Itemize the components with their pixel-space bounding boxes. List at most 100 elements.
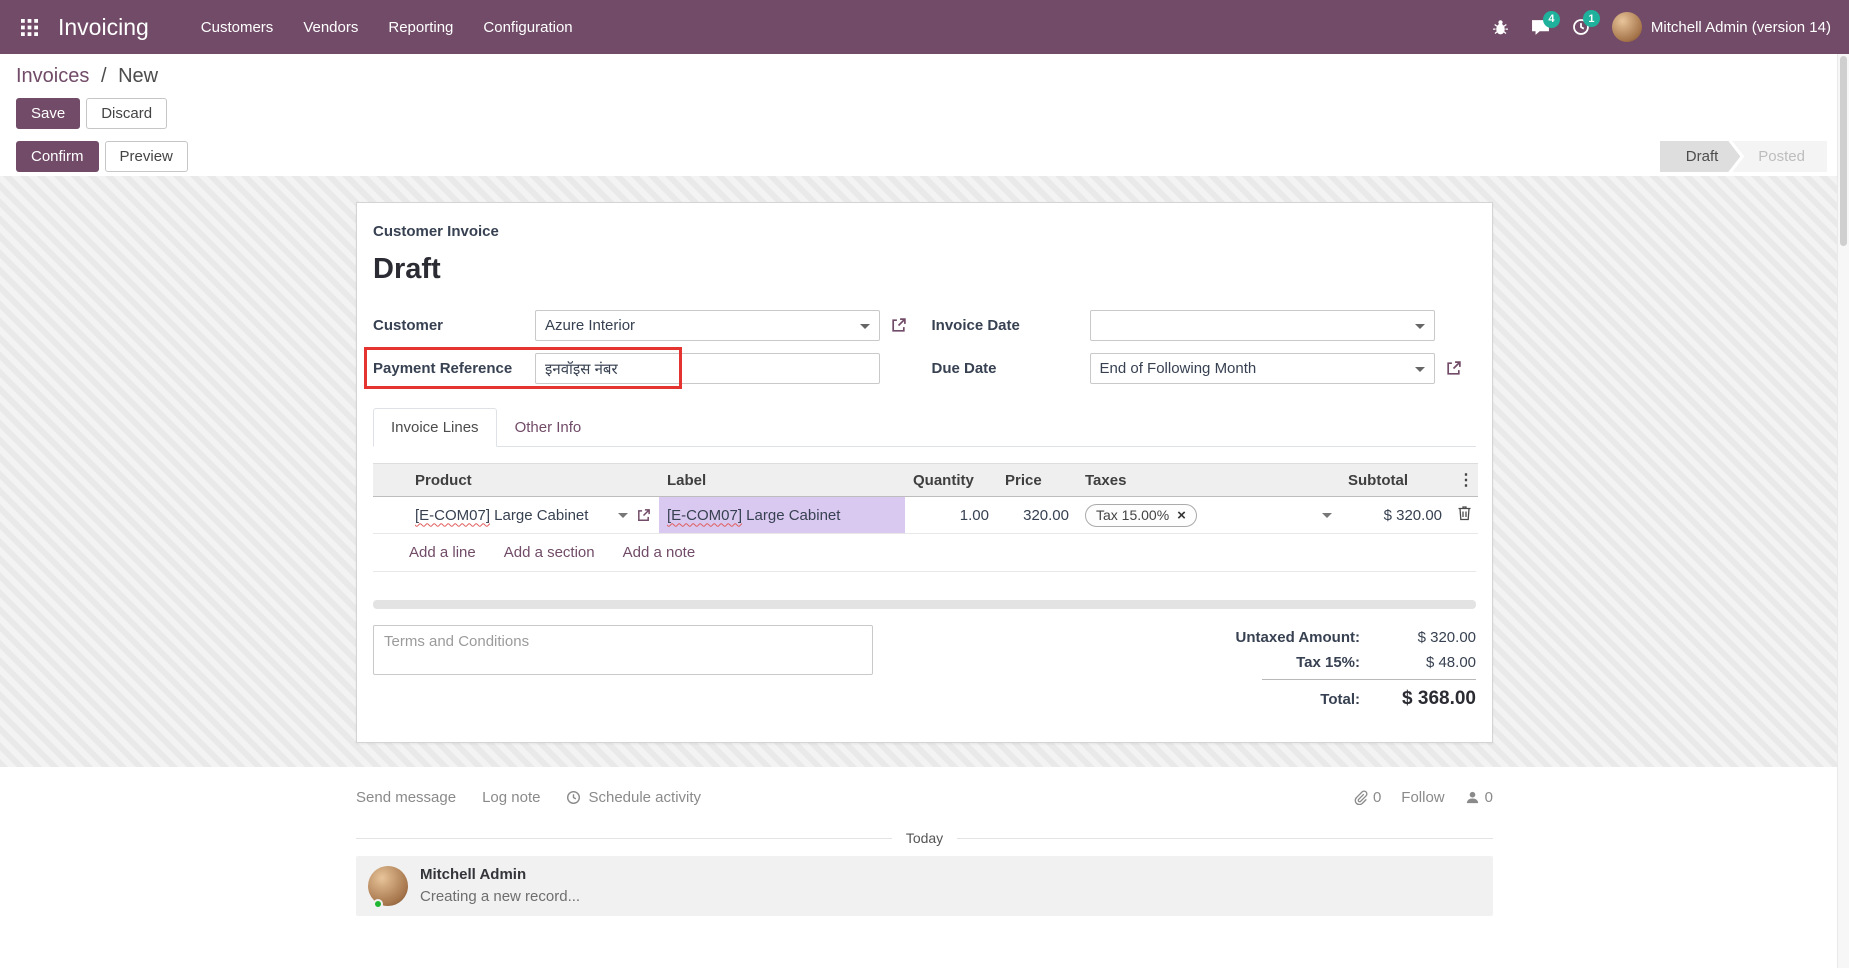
- customer-label: Customer: [373, 317, 535, 334]
- schedule-activity-clock-icon: [566, 790, 581, 805]
- apps-menu-icon[interactable]: [12, 10, 46, 44]
- payment-reference-label: Payment Reference: [373, 360, 535, 377]
- attachments-button[interactable]: 0: [1353, 789, 1381, 806]
- invoice-lines-table: Product Label Quantity Price Taxes Subto…: [373, 463, 1478, 534]
- invoice-date-select[interactable]: [1090, 310, 1435, 341]
- invoice-line-row[interactable]: [E-COM07] Large Cabinet [E-COM07] Large …: [373, 497, 1478, 534]
- customer-external-link-icon[interactable]: [890, 317, 907, 334]
- label-code: [E-COM07]: [667, 507, 742, 524]
- payment-reference-field-row: Payment Reference इनवॉइस नंबर: [373, 353, 918, 384]
- followers-button[interactable]: 0: [1465, 789, 1493, 806]
- tax-label: Tax 15%:: [1296, 654, 1360, 671]
- preview-button[interactable]: Preview: [105, 141, 188, 172]
- invoice-date-label: Invoice Date: [932, 317, 1090, 334]
- column-header-taxes[interactable]: Taxes: [1077, 464, 1340, 497]
- add-a-section-link[interactable]: Add a section: [504, 544, 595, 561]
- app-name[interactable]: Invoicing: [58, 14, 149, 41]
- tax-tag[interactable]: Tax 15.00%: [1085, 504, 1197, 527]
- document-type-label: Customer Invoice: [373, 223, 1476, 241]
- label-name: Large Cabinet: [742, 507, 840, 524]
- messages-badge: 4: [1543, 11, 1560, 28]
- horizontal-scrollbar[interactable]: [373, 600, 1476, 609]
- discard-button[interactable]: Discard: [86, 98, 167, 129]
- scrollbar-thumb[interactable]: [1840, 56, 1847, 246]
- column-header-subtotal[interactable]: Subtotal: [1340, 464, 1450, 497]
- log-note-button[interactable]: Log note: [482, 789, 540, 806]
- menu-customers[interactable]: Customers: [201, 19, 274, 36]
- messages-icon[interactable]: 4: [1531, 19, 1550, 36]
- send-message-button[interactable]: Send message: [356, 789, 456, 806]
- tax-row: Tax 15%: $ 48.00: [1136, 650, 1476, 675]
- product-dropdown-caret-icon: [618, 513, 628, 523]
- invoice-sheet: Customer Invoice Draft Customer Azure In…: [356, 202, 1493, 743]
- due-date-select[interactable]: End of Following Month: [1090, 353, 1435, 384]
- paperclip-icon: [1353, 790, 1368, 805]
- tax-value: $ 48.00: [1388, 654, 1476, 671]
- remove-tax-icon[interactable]: [1177, 507, 1186, 524]
- add-a-note-link[interactable]: Add a note: [623, 544, 696, 561]
- subtotal-cell: $ 320.00: [1340, 497, 1450, 534]
- menu-vendors[interactable]: Vendors: [303, 19, 358, 36]
- top-navbar: Invoicing Customers Vendors Reporting Co…: [0, 0, 1849, 54]
- table-header-row: Product Label Quantity Price Taxes Subto…: [373, 464, 1478, 497]
- breadcrumb-invoices[interactable]: Invoices: [16, 65, 89, 87]
- column-header-product[interactable]: Product: [407, 464, 659, 497]
- debug-bug-icon[interactable]: [1492, 19, 1509, 36]
- add-a-line-link[interactable]: Add a line: [409, 544, 476, 561]
- menu-configuration[interactable]: Configuration: [483, 19, 572, 36]
- column-header-label[interactable]: Label: [659, 464, 905, 497]
- due-date-external-link-icon[interactable]: [1445, 360, 1462, 377]
- status-draft[interactable]: Draft: [1660, 141, 1741, 172]
- save-button[interactable]: Save: [16, 98, 80, 129]
- follower-count: 0: [1485, 789, 1493, 806]
- message-author[interactable]: Mitchell Admin: [420, 866, 580, 884]
- row-drag-handle[interactable]: [373, 497, 407, 534]
- schedule-activity-button[interactable]: Schedule activity: [566, 789, 701, 806]
- breadcrumb-current: New: [118, 65, 158, 87]
- delete-line-icon[interactable]: [1457, 505, 1472, 521]
- user-menu[interactable]: Mitchell Admin (version 14): [1612, 12, 1831, 42]
- state-title: Draft: [373, 253, 1476, 286]
- column-header-quantity[interactable]: Quantity: [905, 464, 997, 497]
- terms-and-conditions-input[interactable]: Terms and Conditions: [373, 625, 873, 675]
- form-view-background: Customer Invoice Draft Customer Azure In…: [0, 176, 1849, 767]
- menu-reporting[interactable]: Reporting: [388, 19, 453, 36]
- column-header-price[interactable]: Price: [997, 464, 1077, 497]
- optional-columns-icon[interactable]: [1450, 464, 1478, 497]
- label-cell[interactable]: [E-COM07] Large Cabinet: [659, 497, 905, 534]
- handle-column-header: [373, 464, 407, 497]
- product-cell[interactable]: [E-COM07] Large Cabinet: [407, 497, 659, 534]
- tax-tag-label: Tax 15.00%: [1096, 507, 1169, 524]
- chatter: Send message Log note Schedule activity …: [356, 767, 1493, 916]
- customer-select[interactable]: Azure Interior: [535, 310, 880, 341]
- product-name: Large Cabinet: [490, 507, 588, 524]
- online-status-dot: [373, 899, 383, 909]
- invoice-form-fields: Customer Azure Interior Payment Referenc…: [373, 310, 1476, 384]
- page-scrollbar[interactable]: [1837, 54, 1849, 968]
- attachment-count: 0: [1373, 789, 1381, 806]
- status-posted[interactable]: Posted: [1732, 141, 1827, 172]
- price-cell[interactable]: 320.00: [997, 497, 1077, 534]
- tab-other-info[interactable]: Other Info: [497, 408, 600, 447]
- due-date-field-row: Due Date End of Following Month: [932, 353, 1477, 384]
- product-external-link-icon[interactable]: [636, 508, 651, 523]
- list-add-links: Add a line Add a section Add a note: [373, 534, 1476, 572]
- grid-icon: [21, 19, 38, 36]
- message-body: Creating a new record...: [420, 888, 580, 905]
- quantity-cell[interactable]: 1.00: [905, 497, 997, 534]
- main-menu: Customers Vendors Reporting Configuratio…: [201, 19, 573, 36]
- activities-clock-icon[interactable]: 1: [1572, 18, 1590, 36]
- form-actions: Save Discard: [16, 98, 1833, 129]
- follow-button[interactable]: Follow: [1401, 789, 1444, 806]
- taxes-dropdown-caret-icon[interactable]: [1322, 513, 1332, 523]
- confirm-button[interactable]: Confirm: [16, 141, 99, 172]
- payment-reference-input[interactable]: इनवॉइस नंबर: [535, 353, 880, 384]
- user-name: Mitchell Admin (version 14): [1651, 19, 1831, 36]
- due-date-value: End of Following Month: [1100, 360, 1257, 377]
- chatter-message: Mitchell Admin Creating a new record...: [356, 856, 1493, 916]
- taxes-cell[interactable]: Tax 15.00%: [1077, 497, 1340, 534]
- total-label: Total:: [1320, 691, 1360, 708]
- total-value: $ 368.00: [1388, 688, 1476, 710]
- tab-invoice-lines[interactable]: Invoice Lines: [373, 408, 497, 447]
- invoice-date-field-row: Invoice Date: [932, 310, 1477, 341]
